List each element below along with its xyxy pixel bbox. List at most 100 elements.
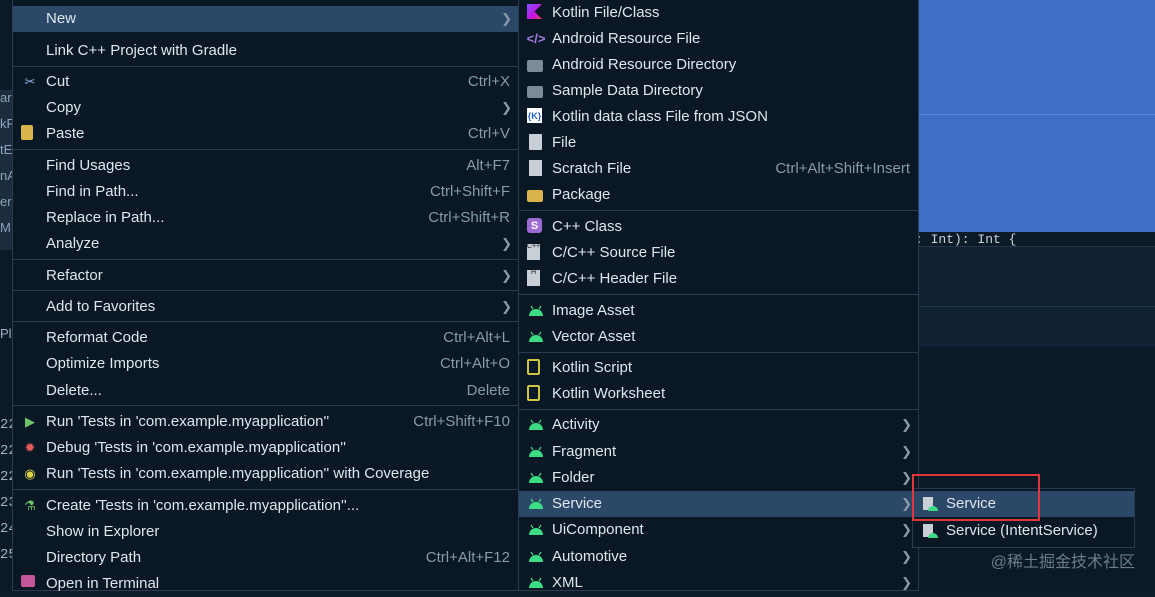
chevron-right-icon: ❯ bbox=[501, 299, 512, 314]
shortcut-label: Ctrl+Alt+F12 bbox=[425, 549, 510, 566]
submenu-item-file[interactable]: File bbox=[519, 130, 918, 156]
menu-separator bbox=[13, 290, 518, 291]
android-icon bbox=[527, 328, 545, 346]
editor-panel bbox=[905, 246, 1155, 347]
submenu-item-android-resource-file[interactable]: </> Android Resource File bbox=[519, 26, 918, 52]
menu-item-label: UiComponent bbox=[552, 521, 644, 538]
submenu-item-cpp-class[interactable]: S C++ Class bbox=[519, 214, 918, 240]
menu-item-label: Kotlin File/Class bbox=[552, 4, 660, 21]
menu-item-delete[interactable]: Delete... Delete bbox=[13, 378, 518, 404]
submenu-item-package[interactable]: Package bbox=[519, 182, 918, 208]
menu-item-paste[interactable]: Paste Ctrl+V bbox=[13, 121, 518, 147]
chevron-right-icon: ❯ bbox=[901, 549, 912, 564]
submenu-item-image-asset[interactable]: Image Asset bbox=[519, 298, 918, 324]
submenu-item-sample-data-dir[interactable]: Sample Data Directory bbox=[519, 78, 918, 104]
chevron-right-icon: ❯ bbox=[901, 496, 912, 511]
submenu-item-uicomponent[interactable]: UiComponent ❯ bbox=[519, 517, 918, 543]
menu-item-reformat[interactable]: Reformat Code Ctrl+Alt+L bbox=[13, 325, 518, 351]
kotlin-script-icon bbox=[527, 359, 540, 375]
menu-item-find-usages[interactable]: Find Usages Alt+F7 bbox=[13, 153, 518, 179]
cpp-source-icon: C++ bbox=[527, 243, 540, 260]
menu-item-link-cpp[interactable]: Link C++ Project with Gradle bbox=[13, 38, 518, 64]
file-icon bbox=[529, 134, 542, 150]
menu-separator bbox=[13, 149, 518, 150]
android-icon bbox=[527, 495, 545, 513]
android-icon bbox=[527, 302, 545, 320]
menu-item-create-tests[interactable]: ⚗ Create 'Tests in 'com.example.myapplic… bbox=[13, 493, 518, 519]
chevron-right-icon: ❯ bbox=[501, 268, 512, 283]
menu-item-label: Cut bbox=[46, 73, 70, 90]
submenu-item-intent-service[interactable]: Service (IntentService) bbox=[913, 518, 1134, 544]
menu-item-label: Replace in Path... bbox=[46, 209, 165, 226]
shortcut-label: Ctrl+V bbox=[467, 125, 510, 142]
menu-item-coverage-tests[interactable]: ◉ Run 'Tests in 'com.example.myapplicati… bbox=[13, 461, 518, 487]
submenu-item-cpp-header[interactable]: H C/C++ Header File bbox=[519, 266, 918, 292]
menu-item-label: Link C++ Project with Gradle bbox=[46, 42, 237, 59]
android-icon bbox=[527, 416, 545, 434]
menu-item-label: Open in Terminal bbox=[46, 575, 160, 592]
menu-item-replace-in-path[interactable]: Replace in Path... Ctrl+Shift+R bbox=[13, 205, 518, 231]
menu-item-label: C/C++ Source File bbox=[552, 244, 676, 261]
menu-item-label: Find Usages bbox=[46, 157, 131, 174]
chevron-right-icon: ❯ bbox=[901, 575, 912, 590]
menu-item-run-tests[interactable]: ▶ Run 'Tests in 'com.example.myapplicati… bbox=[13, 409, 518, 435]
menu-item-label: Package bbox=[552, 186, 611, 203]
kotlin-worksheet-icon bbox=[527, 385, 540, 401]
code-snippet: : Int): Int { bbox=[915, 232, 1017, 246]
panel-divider bbox=[905, 306, 1155, 307]
submenu-item-scratch-file[interactable]: Scratch File Ctrl+Alt+Shift+Insert bbox=[519, 156, 918, 182]
submenu-item-kotlin-file[interactable]: Kotlin File/Class bbox=[519, 0, 918, 26]
menu-item-label: Fragment bbox=[552, 443, 617, 460]
menu-item-analyze[interactable]: Analyze ❯ bbox=[13, 231, 518, 257]
menu-item-show-explorer[interactable]: Show in Explorer bbox=[13, 519, 518, 545]
submenu-item-kotlin-script[interactable]: Kotlin Script bbox=[519, 355, 918, 381]
android-icon bbox=[527, 469, 545, 487]
menu-separator bbox=[13, 321, 518, 322]
submenu-item-xml[interactable]: XML ❯ bbox=[519, 570, 918, 596]
menu-item-label: Directory Path bbox=[46, 549, 142, 566]
submenu-item-kotlin-worksheet[interactable]: Kotlin Worksheet bbox=[519, 381, 918, 407]
submenu-item-automotive[interactable]: Automotive ❯ bbox=[519, 544, 918, 570]
submenu-item-activity[interactable]: Activity ❯ bbox=[519, 412, 918, 438]
chevron-right-icon: ❯ bbox=[901, 444, 912, 459]
android-icon bbox=[527, 521, 545, 539]
json-kotlin-icon: {K} bbox=[527, 108, 542, 123]
chevron-right-icon: ❯ bbox=[901, 417, 912, 432]
menu-item-label: Run 'Tests in 'com.example.myapplication… bbox=[46, 465, 430, 482]
android-icon bbox=[527, 443, 545, 461]
submenu-item-folder[interactable]: Folder ❯ bbox=[519, 465, 918, 491]
menu-item-label: Kotlin data class File from JSON bbox=[552, 108, 768, 125]
android-file-icon bbox=[921, 522, 939, 540]
menu-item-open-terminal[interactable]: Open in Terminal bbox=[13, 571, 518, 597]
submenu-item-vector-asset[interactable]: Vector Asset bbox=[519, 324, 918, 350]
terminal-icon bbox=[21, 575, 35, 587]
menu-item-debug-tests[interactable]: ✹ Debug 'Tests in 'com.example.myapplica… bbox=[13, 435, 518, 461]
menu-item-directory-path[interactable]: Directory Path Ctrl+Alt+F12 bbox=[13, 545, 518, 571]
shortcut-label: Ctrl+Shift+R bbox=[428, 209, 510, 226]
menu-item-cut[interactable]: ✂ Cut Ctrl+X bbox=[13, 69, 518, 95]
submenu-item-service[interactable]: Service ❯ bbox=[519, 491, 918, 517]
menu-item-find-in-path[interactable]: Find in Path... Ctrl+Shift+F bbox=[13, 179, 518, 205]
menu-separator bbox=[13, 66, 518, 67]
menu-item-add-favorites[interactable]: Add to Favorites ❯ bbox=[13, 294, 518, 320]
menu-separator bbox=[13, 259, 518, 260]
menu-item-copy[interactable]: Copy ❯ bbox=[13, 95, 518, 121]
menu-item-refactor[interactable]: Refactor ❯ bbox=[13, 263, 518, 289]
menu-item-label: Scratch File bbox=[552, 160, 632, 177]
clipboard-icon bbox=[21, 125, 33, 140]
chevron-right-icon: ❯ bbox=[501, 11, 512, 26]
submenu-item-kotlin-json[interactable]: {K} Kotlin data class File from JSON bbox=[519, 104, 918, 130]
scratch-file-icon bbox=[529, 160, 542, 176]
package-icon bbox=[527, 190, 543, 202]
code-icon: </> bbox=[526, 31, 546, 46]
submenu-item-fragment[interactable]: Fragment ❯ bbox=[519, 439, 918, 465]
chevron-right-icon: ❯ bbox=[501, 236, 512, 251]
submenu-item-android-resource-dir[interactable]: Android Resource Directory bbox=[519, 52, 918, 78]
menu-item-label: Kotlin Worksheet bbox=[552, 385, 666, 402]
service-submenu: Service Service (IntentService) bbox=[912, 488, 1135, 548]
menu-item-new[interactable]: New ❯ bbox=[13, 6, 518, 32]
submenu-item-service-basic[interactable]: Service bbox=[913, 491, 1134, 517]
submenu-item-cpp-source[interactable]: C++ C/C++ Source File bbox=[519, 240, 918, 266]
menu-item-optimize-imports[interactable]: Optimize Imports Ctrl+Alt+O bbox=[13, 351, 518, 377]
menu-item-label: C++ Class bbox=[552, 218, 623, 235]
